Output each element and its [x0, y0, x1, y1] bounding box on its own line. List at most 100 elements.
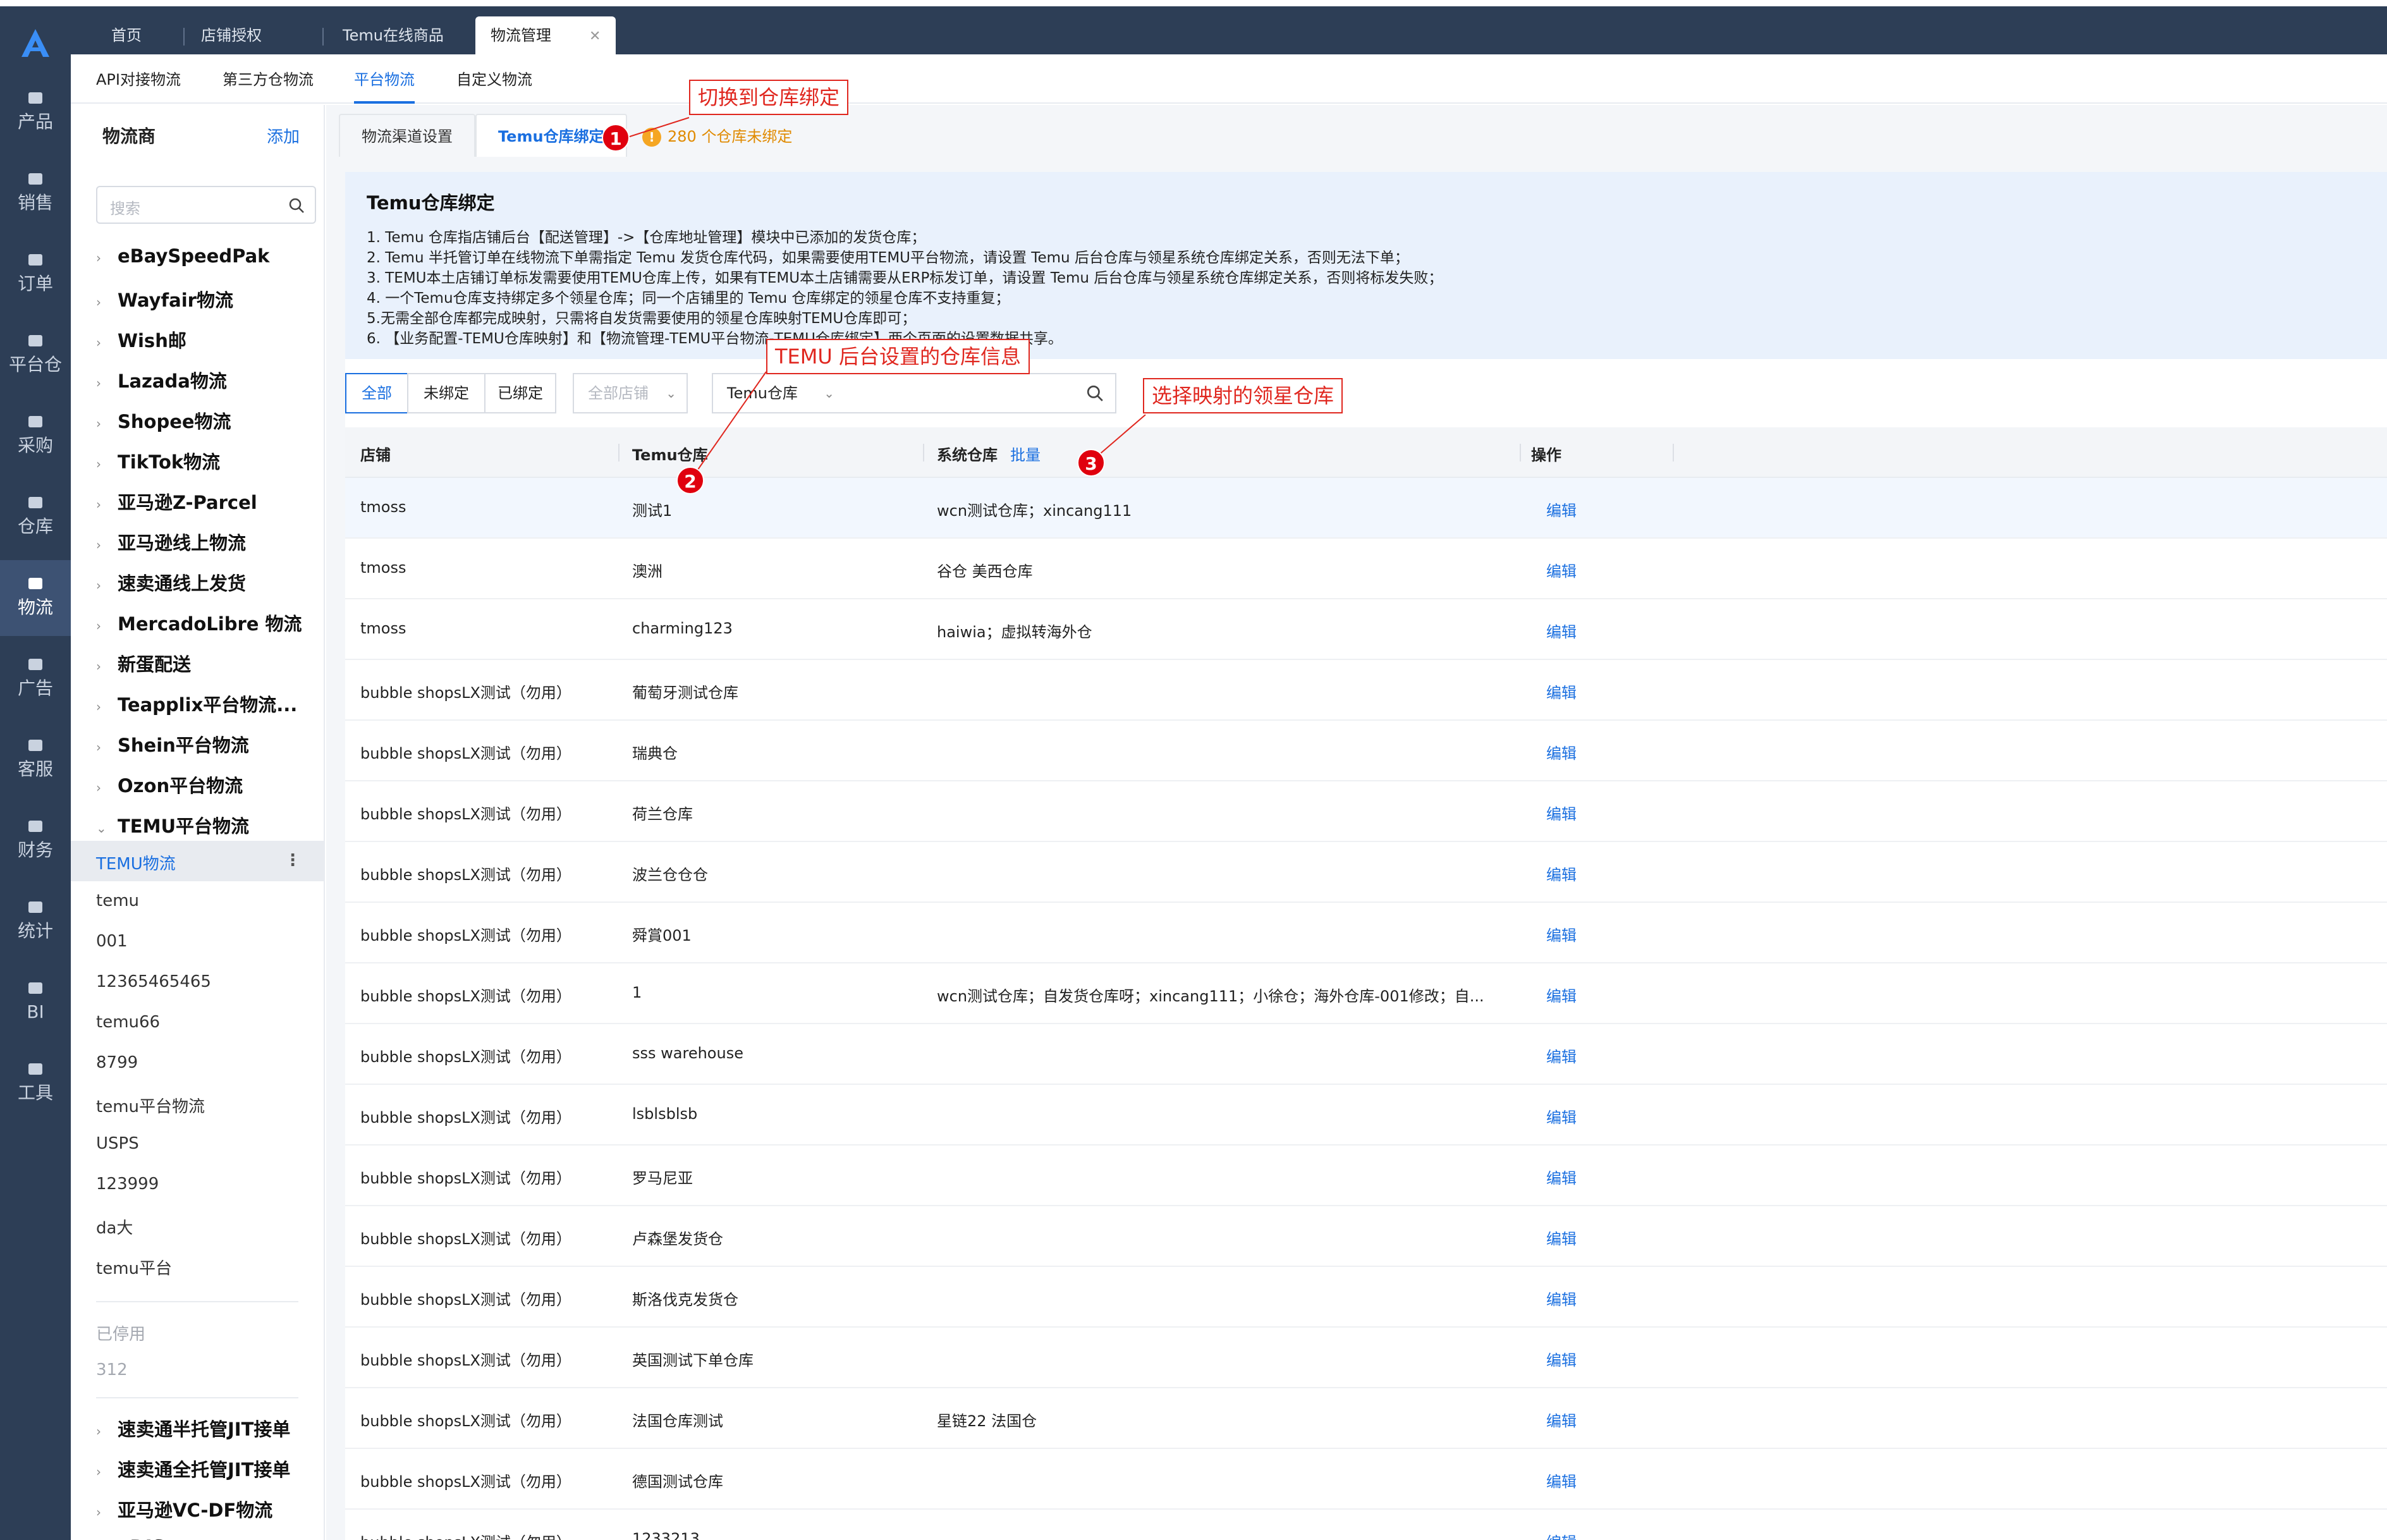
col-label: Temu仓库: [632, 446, 708, 464]
nav-item-8[interactable]: 客服: [0, 722, 71, 798]
close-icon[interactable]: ✕: [589, 28, 601, 44]
carrier-group[interactable]: › 速卖通线上发货: [96, 569, 246, 596]
carrier-group[interactable]: › Teapplix平台物流...: [96, 690, 297, 717]
filter-all-button[interactable]: 全部: [345, 373, 408, 413]
edit-button[interactable]: 编辑: [1546, 1530, 1577, 1540]
nav-item-10[interactable]: 统计: [0, 884, 71, 960]
edit-button[interactable]: 编辑: [1546, 923, 1577, 945]
cell-temu-warehouse: 德国测试仓库: [632, 1473, 723, 1491]
nav-item-1[interactable]: 销售: [0, 156, 71, 231]
carrier-group[interactable]: › Ozon平台物流: [96, 771, 243, 798]
nav-item-0[interactable]: 产品: [0, 75, 71, 150]
carrier-group[interactable]: › 新蛋配送: [96, 650, 191, 676]
tab-logistics-mgmt[interactable]: 物流管理 ✕: [475, 16, 616, 54]
ad-icon: [28, 659, 42, 670]
edit-button[interactable]: 编辑: [1546, 1105, 1577, 1127]
edit-button[interactable]: 编辑: [1546, 1226, 1577, 1249]
table-row: bubble shopsLX测试（勿用） 卢森堡发货仓 编辑: [345, 1206, 2387, 1267]
carrier-group[interactable]: › 亚马逊VC-DF物流: [96, 1496, 272, 1522]
nav-item-9[interactable]: 财务: [0, 803, 71, 879]
edit-button[interactable]: 编辑: [1546, 498, 1577, 520]
group-label: Shein平台物流: [118, 735, 249, 756]
more-icon[interactable]: ⋮: [284, 851, 301, 870]
edit-button[interactable]: 编辑: [1546, 1348, 1577, 1370]
carrier-item[interactable]: da大: [96, 1215, 133, 1238]
edit-button[interactable]: 编辑: [1546, 741, 1577, 763]
carrier-group[interactable]: ›eDIS: [96, 1536, 165, 1540]
subnav-platform-logistics[interactable]: 平台物流: [354, 67, 415, 104]
edit-button[interactable]: 编辑: [1546, 984, 1577, 1006]
nav-label: 销售: [17, 192, 53, 213]
edit-button[interactable]: 编辑: [1546, 1044, 1577, 1066]
tab-channel-settings[interactable]: 物流渠道设置: [339, 114, 475, 157]
nav-item-3[interactable]: 平台仓: [0, 317, 71, 393]
edit-button[interactable]: 编辑: [1546, 1409, 1577, 1431]
carrier-item[interactable]: 12365465465: [96, 972, 211, 991]
carrier-group[interactable]: › Shopee物流: [96, 407, 231, 434]
carrier-item[interactable]: temu平台: [96, 1256, 172, 1279]
edit-button[interactable]: 编辑: [1546, 1469, 1577, 1491]
store-select[interactable]: 全部店铺 ⌄: [573, 373, 688, 413]
app-logo-icon[interactable]: [18, 25, 53, 61]
filter-unbound-button[interactable]: 未绑定: [407, 373, 485, 413]
type-select[interactable]: Temu仓库 ⌄: [712, 373, 846, 413]
carrier-group-temu[interactable]: ⌄ TEMU平台物流: [96, 812, 249, 838]
carrier-item[interactable]: temu: [96, 891, 139, 910]
nav-item-7[interactable]: 广告: [0, 641, 71, 717]
carrier-item[interactable]: 8799: [96, 1053, 138, 1072]
subnav-api-logistics[interactable]: API对接物流: [96, 67, 181, 104]
mail-icon: [28, 740, 42, 751]
edit-button[interactable]: 编辑: [1546, 559, 1577, 581]
carrier-item[interactable]: USPS: [96, 1134, 139, 1153]
carrier-group[interactable]: › Lazada物流: [96, 367, 227, 393]
carrier-group[interactable]: › Wayfair物流: [96, 286, 233, 312]
nav-item-4[interactable]: 采购: [0, 398, 71, 474]
tab-store-auth[interactable]: 店铺授权: [186, 16, 277, 54]
carrier-item[interactable]: temu66: [96, 1013, 160, 1032]
disabled-carrier-item[interactable]: 312: [96, 1360, 128, 1379]
carrier-group[interactable]: › eBaySpeedPak: [96, 245, 269, 267]
edit-button[interactable]: 编辑: [1546, 862, 1577, 884]
edit-button[interactable]: 编辑: [1546, 1166, 1577, 1188]
nav-item-2[interactable]: 订单: [0, 236, 71, 312]
nav-item-12[interactable]: 工具: [0, 1046, 71, 1121]
nav-item-5[interactable]: 仓库: [0, 479, 71, 555]
edit-button[interactable]: 编辑: [1546, 802, 1577, 824]
tab-home[interactable]: 首页: [96, 16, 157, 54]
carrier-item[interactable]: 001: [96, 932, 128, 951]
chevron-right-icon: ›: [96, 699, 101, 714]
carrier-group[interactable]: › Wish邮: [96, 326, 186, 353]
info-line: 2. Temu 半托管订单在线物流下单需指定 Temu 发货仓库代码，如果需要使…: [367, 250, 1409, 266]
warehouse-search-input[interactable]: [845, 373, 1116, 413]
carrier-search-input[interactable]: 搜索: [96, 186, 316, 224]
tab-separator: [322, 28, 324, 46]
nav-item-11[interactable]: BI: [0, 965, 71, 1041]
nav-label: 工具: [17, 1082, 53, 1103]
carrier-group[interactable]: › MercadoLibre 物流: [96, 609, 302, 636]
table-row: bubble shopsLX测试（勿用） lsblsblsb 编辑: [345, 1085, 2387, 1146]
tab-label: 首页: [111, 27, 142, 44]
filter-bound-button[interactable]: 已绑定: [484, 373, 556, 413]
carrier-group[interactable]: › 亚马逊Z-Parcel: [96, 488, 257, 515]
edit-button[interactable]: 编辑: [1546, 620, 1577, 642]
cell-system-warehouse: haiwia；虚拟转海外仓: [937, 623, 1092, 641]
annotation-callout-2: TEMU 后台设置的仓库信息: [766, 339, 1030, 374]
nav-item-6[interactable]: 物流: [0, 560, 71, 636]
carrier-item-selected[interactable]: TEMU物流 ⋮: [71, 841, 324, 881]
carrier-group[interactable]: › TikTok物流: [96, 448, 220, 474]
carrier-item[interactable]: 123999: [96, 1175, 159, 1194]
carrier-group[interactable]: › 速卖通半托管JIT接单: [96, 1415, 290, 1441]
subnav-3pl-logistics[interactable]: 第三方仓物流: [223, 67, 314, 104]
carrier-item[interactable]: temu平台物流: [96, 1094, 205, 1117]
edit-button[interactable]: 编辑: [1546, 1287, 1577, 1309]
carrier-group[interactable]: › 速卖通全托管JIT接单: [96, 1455, 290, 1482]
search-icon[interactable]: [288, 197, 305, 214]
batch-button[interactable]: 批量: [1010, 446, 1041, 464]
carrier-group[interactable]: › 亚马逊线上物流: [96, 529, 246, 555]
edit-button[interactable]: 编辑: [1546, 680, 1577, 702]
carrier-group[interactable]: › Shein平台物流: [96, 731, 249, 757]
subnav-custom-logistics[interactable]: 自定义物流: [456, 67, 532, 104]
tab-temu-products[interactable]: Temu在线商品: [327, 16, 459, 54]
add-carrier-button[interactable]: 添加: [267, 124, 300, 147]
search-icon[interactable]: [1086, 384, 1104, 402]
